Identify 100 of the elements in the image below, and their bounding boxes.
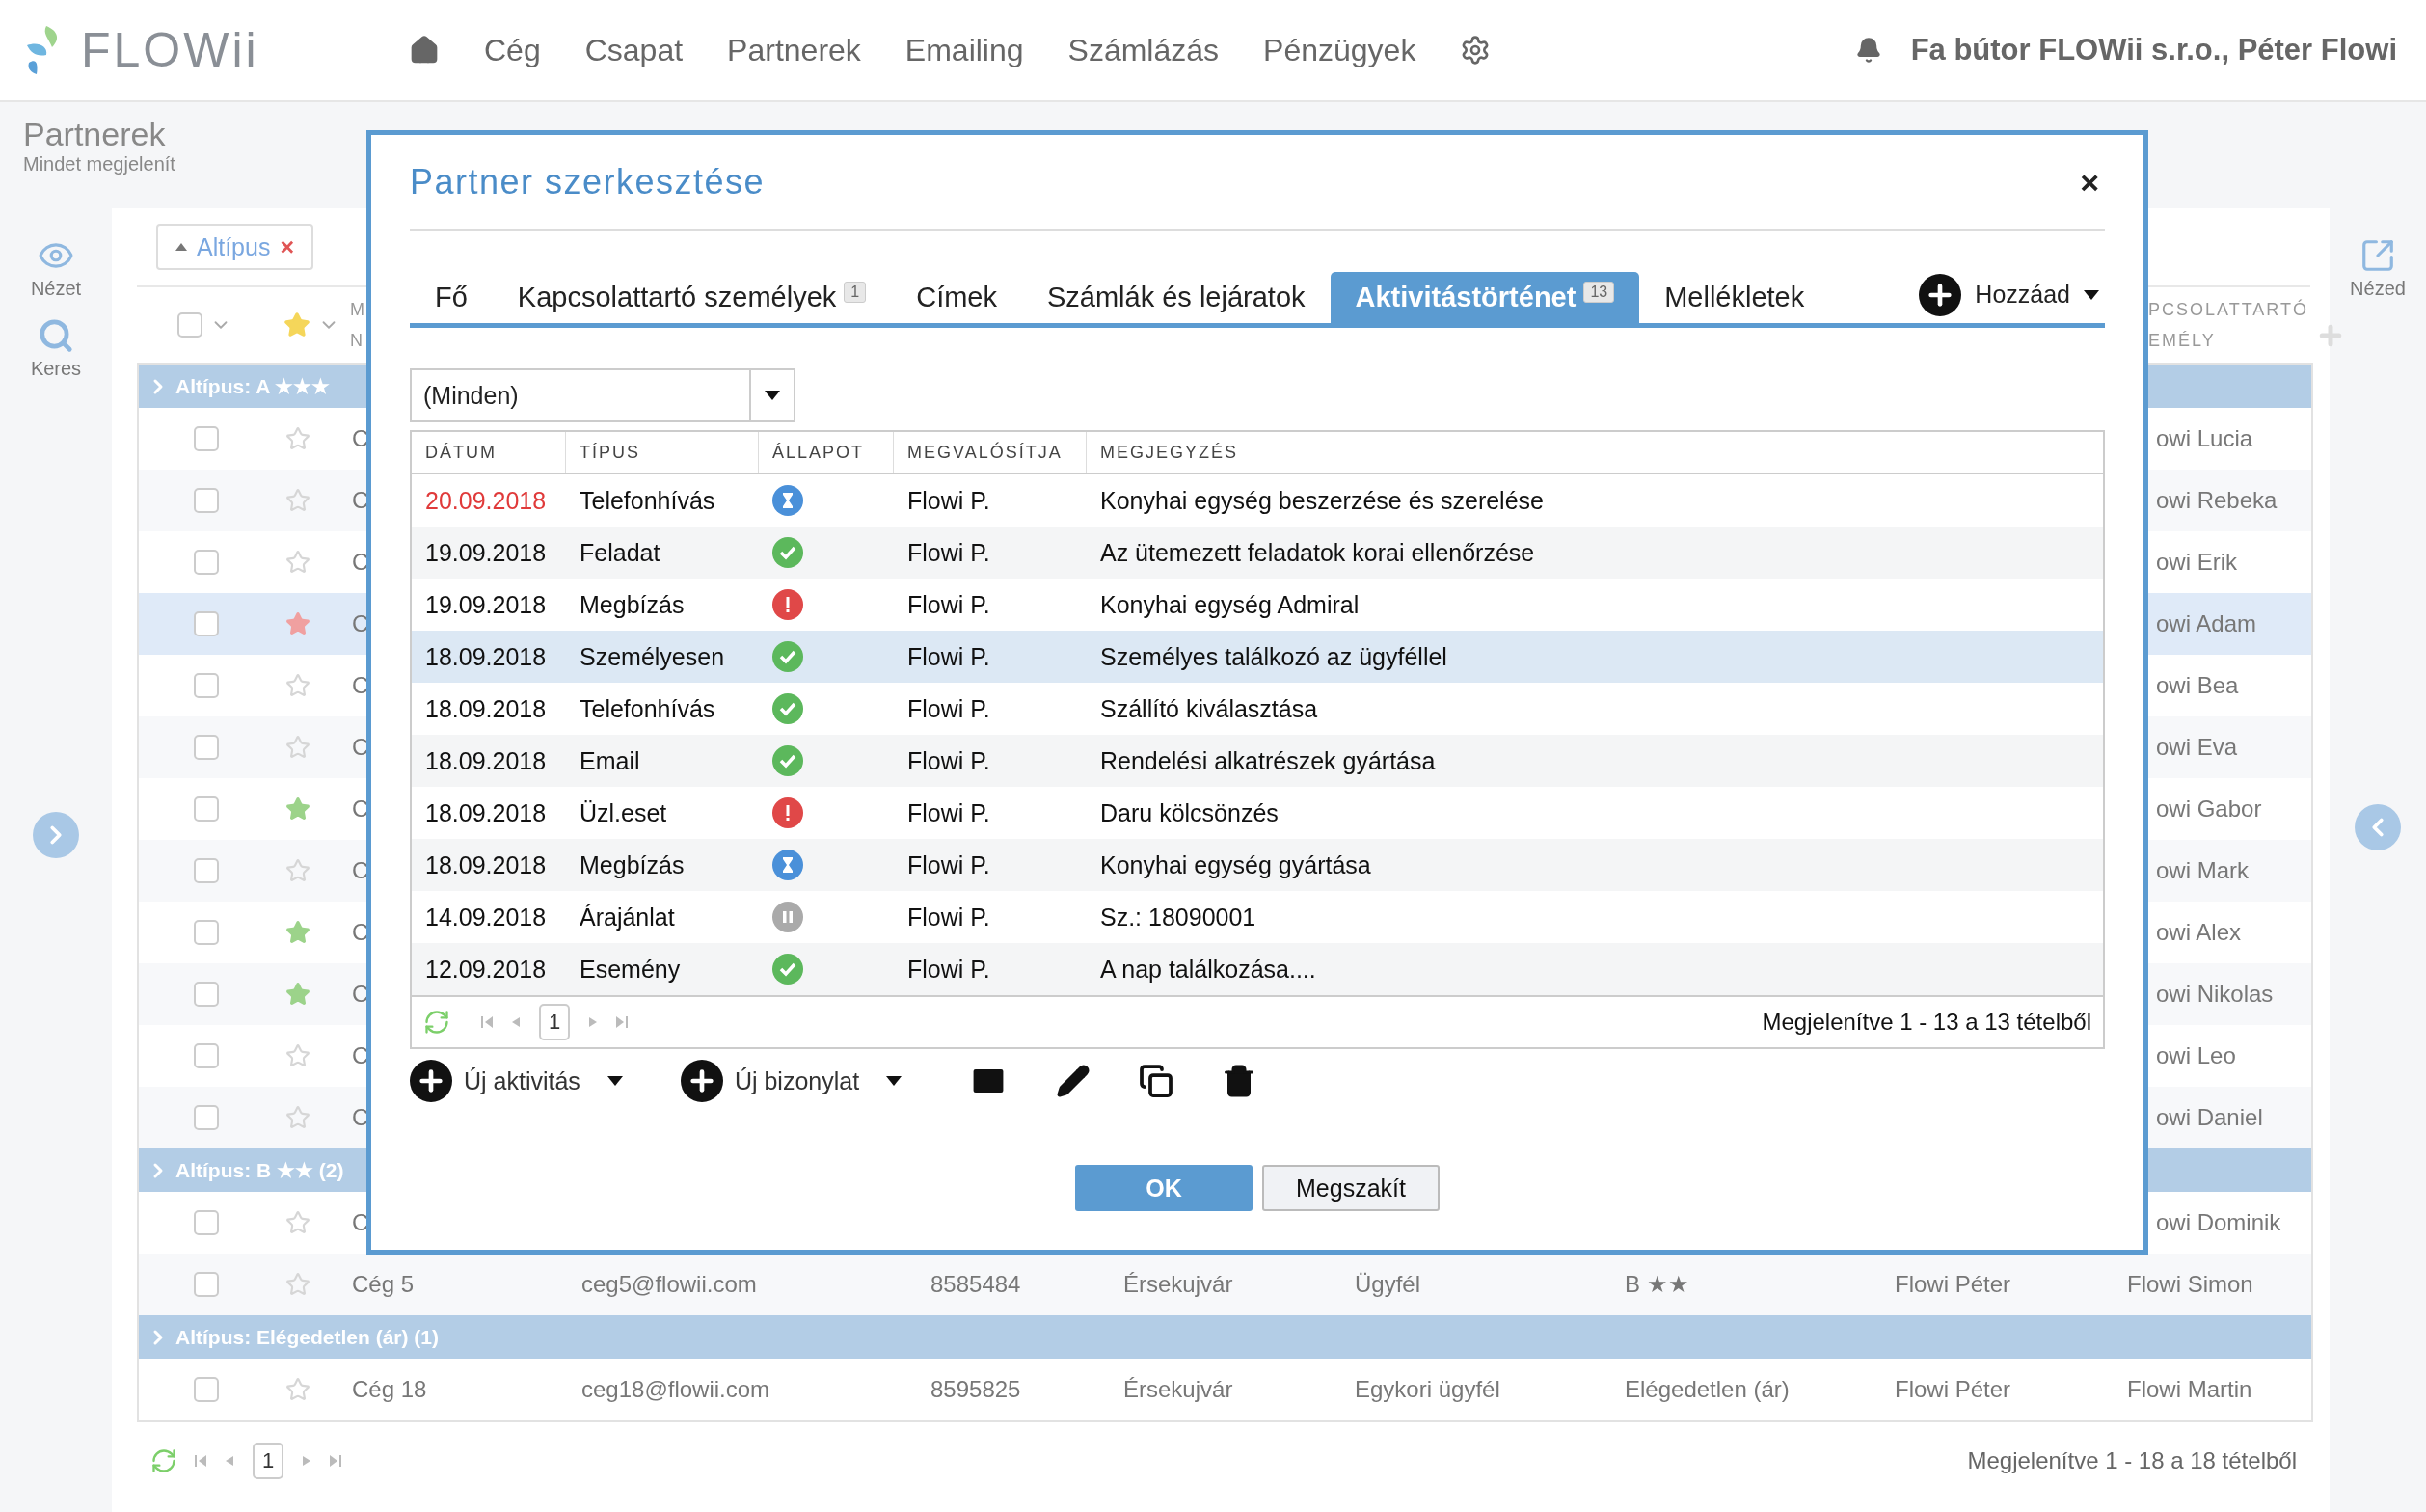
table-cell-text: Flowi P.	[906, 642, 991, 671]
tab[interactable]: Címek	[891, 272, 1022, 323]
close-button[interactable]: ×	[2074, 162, 2105, 202]
checkbox[interactable]	[194, 1377, 219, 1402]
filter-chip[interactable]: Altípus ×	[156, 224, 314, 270]
cancel-button[interactable]: Megszakít	[1262, 1165, 1440, 1211]
table-cell-text: Flowi P.	[906, 850, 991, 879]
expand-button[interactable]	[33, 812, 79, 858]
star-outline-icon[interactable]	[285, 1105, 310, 1130]
star-outline-icon[interactable]	[285, 1043, 310, 1068]
nav-link[interactable]: Emailing	[904, 32, 1024, 68]
tab[interactable]: Aktivitástörténet 13	[1330, 272, 1640, 323]
table-cell-text: Flowi P.	[906, 746, 991, 775]
checkbox[interactable]	[194, 735, 219, 760]
star-outline-icon[interactable]	[285, 1210, 310, 1235]
star-outline-icon[interactable]	[285, 858, 310, 883]
first-page-icon[interactable]	[195, 1454, 206, 1468]
checkbox[interactable]	[194, 982, 219, 1007]
filled-star-icon[interactable]	[285, 796, 310, 822]
tab[interactable]: Kapcsolattartó személyek 1	[492, 272, 892, 323]
page-number[interactable]: 1	[539, 1004, 571, 1040]
caret-icon	[2084, 289, 2099, 300]
table-cell-text: owi Alex	[2155, 919, 2242, 946]
checkbox[interactable]	[194, 858, 219, 883]
first-page-icon[interactable]	[481, 1015, 493, 1029]
star-outline-icon[interactable]	[285, 735, 310, 760]
checkbox[interactable]	[194, 1105, 219, 1130]
refresh-icon[interactable]	[423, 1009, 450, 1036]
filled-star-icon[interactable]	[285, 920, 310, 945]
checkbox[interactable]	[194, 611, 219, 636]
table-cell-text: Az ütemezett feladatok korai ellenőrzése	[1099, 538, 1536, 567]
sidebar-button[interactable]: Keres	[30, 317, 82, 380]
last-page-icon[interactable]	[616, 1015, 629, 1029]
table-cell-text: Flowi P.	[906, 694, 991, 723]
refresh-icon[interactable]	[150, 1447, 177, 1474]
filled-star-icon[interactable]	[285, 611, 310, 636]
table-cell-text: Rendelési alkatrészek gyártása	[1099, 746, 1437, 775]
table-cell: Flowi Péter	[1895, 1271, 2011, 1298]
table-cell-text: Konyhai egység beszerzése és szerelése	[1099, 486, 1545, 515]
table-cell-text: 18.09.2018	[424, 850, 548, 879]
count-badge: 13	[1583, 282, 1615, 303]
table-cell-text: Esemény	[579, 955, 682, 984]
checkbox[interactable]	[194, 550, 219, 575]
select-all-checkbox[interactable]	[177, 312, 202, 338]
checkbox[interactable]	[194, 920, 219, 945]
nav-link[interactable]: Partnerek	[727, 32, 861, 68]
ok-button[interactable]: OK	[1075, 1165, 1253, 1211]
action-button[interactable]: Új bizonylat	[680, 1060, 903, 1102]
checkbox[interactable]	[194, 796, 219, 822]
table-cell-text: Daru kölcsönzés	[1099, 798, 1280, 827]
star-outline-icon[interactable]	[285, 426, 310, 451]
nav-link[interactable]: Csapat	[584, 32, 684, 68]
checkbox[interactable]	[194, 673, 219, 698]
star-outline-icon[interactable]	[285, 550, 310, 575]
user-name[interactable]: Fa bútor FLOWii s.r.o., Péter Flowi	[1910, 33, 2397, 68]
table-cell-text: 19.09.2018	[424, 538, 548, 567]
tab[interactable]: Számlák és lejáratok	[1022, 272, 1331, 323]
star-outline-icon[interactable]	[285, 488, 310, 513]
last-page-icon[interactable]	[330, 1454, 342, 1468]
table-cell: C	[352, 734, 369, 761]
checkbox[interactable]	[194, 1210, 219, 1235]
add-button[interactable]: Hozzáad	[1913, 272, 2105, 317]
filled-star-icon[interactable]	[285, 982, 310, 1007]
nav-link[interactable]: Számlázás	[1067, 32, 1220, 68]
table-cell-text: Telefonhívás	[579, 486, 716, 515]
table-cell: ceg18@flowii.com	[581, 1376, 770, 1403]
checkbox[interactable]	[194, 1043, 219, 1068]
table-cell: ceg5@flowii.com	[581, 1271, 757, 1298]
previous-page-icon[interactable]	[224, 1454, 235, 1468]
table-cell: C	[352, 1209, 369, 1236]
collapse-button[interactable]	[2355, 804, 2401, 850]
nav-link[interactable]: Pénzügyek	[1263, 32, 1416, 68]
sidebar-button[interactable]: Nézet	[30, 237, 82, 300]
filter-dropdown[interactable]: (Minden)	[410, 368, 795, 422]
table-cell-text: Üzl.eset	[579, 798, 668, 827]
page-number[interactable]: 1	[253, 1443, 284, 1479]
action-button[interactable]: Új aktivitás	[410, 1060, 623, 1102]
checkbox[interactable]	[194, 488, 219, 513]
star-outline-icon[interactable]	[285, 1377, 310, 1402]
checkbox[interactable]	[194, 426, 219, 451]
column-header: MEGVALÓSÍTJA	[894, 432, 1087, 472]
remove-icon[interactable]: ×	[280, 232, 295, 261]
previous-page-icon[interactable]	[510, 1015, 522, 1029]
checkbox[interactable]	[194, 1272, 219, 1297]
star-outline-icon[interactable]	[285, 1272, 310, 1297]
table-cell-text: Sz.: 18090001	[1099, 903, 1257, 932]
table-cell-text: owi Dominik	[2155, 1209, 2281, 1236]
home-icon[interactable]	[409, 35, 440, 66]
sidebar-button[interactable]: Nézed	[2350, 237, 2406, 300]
table-cell-text: owi Eva	[2155, 734, 2238, 761]
nav-link[interactable]: Cég	[484, 32, 541, 68]
table-cell-text: owi Rebeka	[2155, 487, 2278, 514]
table-cell-text: owi Lucia	[2155, 425, 2253, 452]
tab[interactable]: Mellékletek	[1639, 272, 1830, 323]
table-cell-text: A nap találkozása....	[1099, 955, 1317, 984]
pencil-icon	[1056, 1064, 1092, 1098]
tab[interactable]: Fő	[410, 272, 493, 323]
bell-icon[interactable]	[1854, 37, 1882, 64]
column-header: MEGJEGYZÉS	[1099, 441, 1240, 464]
star-outline-icon[interactable]	[285, 673, 310, 698]
